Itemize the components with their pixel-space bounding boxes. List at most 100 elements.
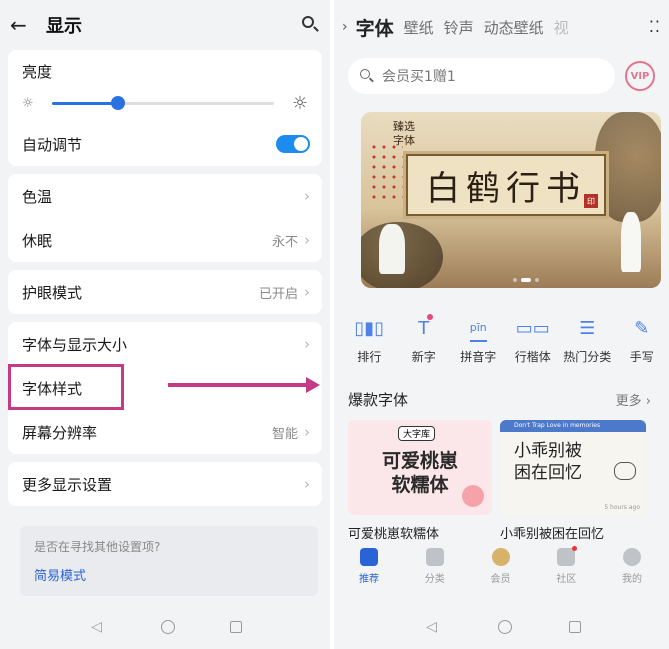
chevron-right-icon: ›: [304, 283, 310, 301]
category-ranking[interactable]: ▯▮▯ 排行: [342, 314, 397, 365]
bottom-nav-member[interactable]: 会员: [476, 548, 526, 585]
chevron-right-icon: ›: [304, 335, 310, 353]
row-color-temperature[interactable]: 色温 ›: [8, 174, 322, 218]
category-row: ▯▮▯ 排行 T 新字 pīn 拼音字 ▭▭ 行楷体 ☰ 热门分类 ✎ 手写: [334, 314, 669, 365]
book-icon: ▭▭: [515, 317, 550, 339]
banner-crane-right: [621, 212, 641, 272]
bottom-nav-me[interactable]: 我的: [607, 548, 657, 585]
banner-berries: [369, 142, 403, 202]
category-running-script[interactable]: ▭▭ 行楷体: [506, 314, 561, 365]
banner-corner-text: 臻选 字体: [393, 120, 415, 147]
system-nav-bar: ◁: [0, 605, 330, 649]
store-bottom-nav: 推荐 分类 会员 社区 我的: [344, 546, 657, 585]
auto-adjust-row[interactable]: 自动调节: [8, 122, 322, 166]
sleep-value: 永不: [271, 234, 298, 250]
brightness-slider-row: ☼ ☼: [8, 84, 322, 122]
nav-back-icon[interactable]: ◁: [423, 618, 441, 636]
category-grid-icon: [425, 548, 444, 566]
tab-wallpaper[interactable]: 壁纸: [404, 17, 434, 38]
suggestion-card: 是否在寻找其他设置项? 简易模式: [20, 526, 318, 596]
tab-video[interactable]: 视: [554, 17, 569, 38]
bottom-nav-recommend[interactable]: 推荐: [344, 548, 394, 585]
section-title: 爆款字体: [348, 391, 409, 409]
font-style-highlight-box: [8, 364, 124, 410]
brightness-card: 亮度 ☼ ☼ 自动调节: [8, 50, 322, 166]
font-card-peach-preview: 大字库 可爱桃崽 软糯体: [348, 420, 492, 515]
chevron-right-icon: ›: [304, 475, 310, 493]
list-icon: ☰: [579, 317, 596, 339]
font-search-box[interactable]: 会员买1赠1: [348, 58, 615, 94]
bookmark-icon: [360, 548, 378, 566]
search-icon[interactable]: [300, 15, 320, 35]
chevron-right-icon: ›: [304, 187, 310, 205]
screen-resolution-value: 智能: [271, 426, 298, 442]
eye-comfort-label: 护眼模式: [22, 283, 83, 302]
chat-header-bar: Don't Trap Love in memories: [500, 420, 646, 432]
nav-home-icon[interactable]: [497, 620, 512, 634]
toggle-knob: [294, 137, 308, 151]
more-display-settings-label: 更多显示设置: [22, 475, 113, 494]
eye-comfort-card: 护眼模式 已开启 ›: [8, 270, 322, 314]
bottom-nav-category[interactable]: 分类: [410, 548, 460, 585]
search-row: 会员买1赠1 VIP: [334, 56, 669, 96]
easy-mode-link[interactable]: 简易模式: [34, 565, 304, 584]
search-icon: [360, 69, 374, 83]
section-more-link[interactable]: 更多 ›: [616, 390, 651, 409]
category-pinyin[interactable]: pīn 拼音字: [451, 314, 506, 365]
pen-icon: ✎: [634, 317, 650, 339]
nav-back-icon[interactable]: ◁: [88, 618, 106, 636]
color-temperature-label: 色温: [22, 187, 53, 206]
brightness-slider-fill: [51, 101, 119, 105]
row-sleep[interactable]: 休眠 永不 ›: [8, 218, 322, 262]
banner-seal: 印: [584, 194, 598, 208]
row-screen-resolution[interactable]: 屏幕分辨率 智能 ›: [8, 410, 322, 454]
featured-banner[interactable]: 臻选 字体 白鹤行书 印: [361, 112, 661, 288]
font-card-peach-text: 可爱桃崽 软糯体: [381, 449, 458, 496]
font-card-memories[interactable]: Don't Trap Love in memories 小乖别被 困在回忆 5 …: [500, 420, 646, 542]
back-arrow-icon[interactable]: ←: [10, 13, 38, 37]
nav-recents-icon[interactable]: [568, 621, 581, 633]
new-font-icon: T: [418, 314, 434, 342]
banner-title: 白鹤行书: [426, 168, 586, 209]
font-card-memories-preview: Don't Trap Love in memories 小乖别被 困在回忆 5 …: [500, 420, 646, 515]
section-header: 爆款字体 更多 ›: [348, 389, 651, 410]
row-font-display-size[interactable]: 字体与显示大小 ›: [8, 322, 322, 366]
tab-font[interactable]: 字体: [356, 14, 394, 41]
annotation-arrowhead-icon: [306, 377, 320, 393]
row-eye-comfort[interactable]: 护眼模式 已开启 ›: [8, 270, 322, 314]
sun-large-icon: ☼: [291, 92, 308, 114]
font-card-peach-tag: 大字库: [398, 426, 436, 441]
nav-home-icon[interactable]: [160, 620, 175, 634]
sleep-label: 休眠: [22, 231, 53, 250]
theme-store-pane: › 字体 壁纸 铃声 动态壁纸 视 ⁚⁚ 会员买1赠1 VIP 臻选 字体 白鹤…: [334, 0, 669, 649]
brightness-slider[interactable]: [51, 95, 274, 110]
tab-ringtone[interactable]: 铃声: [444, 17, 474, 38]
brightness-slider-handle[interactable]: [111, 95, 126, 110]
row-more-display-settings[interactable]: 更多显示设置 ›: [8, 462, 322, 506]
category-handwriting[interactable]: ✎ 手写: [615, 314, 669, 365]
color-sleep-card: 色温 › 休眠 永不 ›: [8, 174, 322, 262]
category-hot[interactable]: ☰ 热门分类: [560, 314, 615, 365]
banner-crane-left: [379, 224, 405, 274]
font-card-memories-name: 小乖别被困在回忆: [500, 527, 605, 542]
bottom-nav-community[interactable]: 社区: [541, 546, 591, 585]
nav-recents-icon[interactable]: [230, 621, 243, 633]
community-icon: [557, 546, 578, 566]
tab-live-wallpaper[interactable]: 动态壁纸: [484, 17, 544, 38]
page-title: 显示: [46, 16, 82, 37]
bar-chart-icon: ▯▮▯: [354, 317, 385, 339]
font-card-peach-name: 可爱桃崽软糯体: [348, 527, 440, 542]
font-card-peach[interactable]: 大字库 可爱桃崽 软糯体 可爱桃崽软糯体: [348, 420, 492, 542]
brightness-label: 亮度: [22, 63, 53, 81]
font-cards: 大字库 可爱桃崽 软糯体 可爱桃崽软糯体 Don't Trap Love in …: [348, 420, 655, 542]
theme-tabs-header: › 字体 壁纸 铃声 动态壁纸 视 ⁚⁚: [334, 0, 669, 54]
annotation-arrow-shaft: [168, 383, 308, 387]
banner-title-plaque: 白鹤行书 印: [406, 154, 606, 216]
more-options-icon[interactable]: ⁚⁚: [649, 19, 661, 35]
auto-adjust-toggle[interactable]: [276, 135, 310, 153]
category-new-font[interactable]: T 新字: [397, 314, 452, 365]
chevron-right-icon: ›: [304, 231, 310, 249]
brightness-row: 亮度: [8, 50, 322, 84]
annotation-arrow: [168, 377, 320, 393]
vip-badge[interactable]: VIP: [625, 61, 655, 91]
